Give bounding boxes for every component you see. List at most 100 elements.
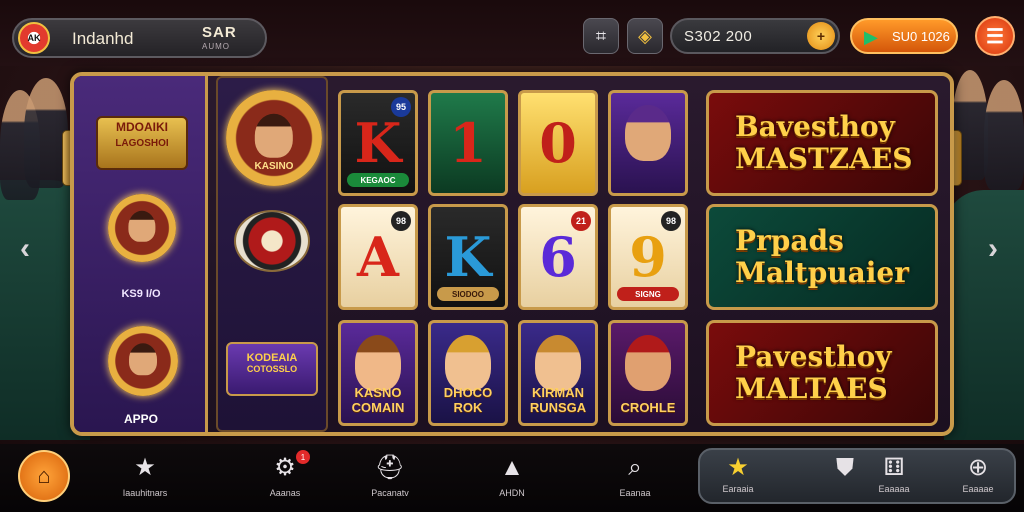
- banner-masters-2[interactable]: Pavesthoy MALTAES: [706, 320, 938, 426]
- tile-glyph: 6: [539, 225, 577, 289]
- player-sub: AUMO: [202, 42, 230, 51]
- tile-tag: SIGNG: [617, 287, 679, 301]
- player-profile[interactable]: AK Indanhd SAR AUMO: [12, 18, 267, 58]
- tile-tag: SIODOO: [437, 287, 499, 301]
- tile-dhoco[interactable]: DHOCO ROK: [428, 320, 508, 426]
- prev-arrow-icon[interactable]: ‹: [20, 232, 30, 266]
- gem-balance[interactable]: ▶ SU0 1026: [850, 18, 958, 54]
- jester-emblem[interactable]: [108, 194, 176, 262]
- side-games-column: KASINO KODEAIA COTOSSLO: [216, 76, 328, 432]
- gift-button[interactable]: ◈: [627, 18, 663, 54]
- bottom-label: APPO: [123, 412, 158, 426]
- nav-item-search[interactable]: ⌕ Eaanaa: [590, 452, 680, 508]
- notification-badge: 1: [296, 450, 310, 464]
- menu-button[interactable]: ☰: [975, 16, 1015, 56]
- gear-icon: ⚙: [274, 454, 296, 481]
- character-face: [355, 335, 401, 391]
- tile-glyph: A: [357, 225, 399, 289]
- mid-emblem-caption: KS9 I/O: [121, 288, 161, 300]
- nav-item-settings[interactable]: ⚙ Aaanas 1: [240, 450, 330, 508]
- banner-line2: Maltpuaier: [735, 256, 909, 289]
- kodeaia-title: KODEAIA: [246, 352, 298, 364]
- tile-crohle[interactable]: CROHLE: [608, 320, 688, 426]
- tile-a[interactable]: A 98: [338, 204, 418, 310]
- featured-panel: MDOAIKI LAGOSHOI KS9 I/O APPO: [74, 76, 208, 432]
- search-icon: ⌕: [628, 454, 642, 481]
- top-emblem[interactable]: MDOAIKI LAGOSHOI: [96, 116, 188, 170]
- top-emblem-title: MDOAIKI: [116, 120, 168, 134]
- quick-label: Eaaaae: [962, 484, 994, 494]
- tile-k-2[interactable]: K SIODOO: [428, 204, 508, 310]
- game-board: MDOAIKI LAGOSHOI KS9 I/O APPO KASINO KOD…: [70, 72, 954, 436]
- top-emblem-sub: LAGOSHOI: [115, 138, 169, 149]
- grid-button[interactable]: ⌗: [583, 18, 619, 54]
- tile-tag: KEGAOC: [347, 173, 409, 187]
- tile-label: CROHLE: [620, 400, 676, 415]
- kodeaia-card[interactable]: KODEAIA COTOSSLO: [226, 342, 318, 396]
- tile-k-1[interactable]: K 95 KEGAOC: [338, 90, 418, 196]
- dice-icon: ⚅: [883, 454, 905, 481]
- hamburger-icon: ☰: [986, 25, 1004, 48]
- play-icon: ▶: [864, 27, 878, 47]
- quick-item-star[interactable]: ★ Earaaia: [700, 452, 776, 508]
- character-face: [625, 335, 671, 391]
- tile-label: KASNO COMAIN: [351, 385, 405, 415]
- helmet-icon: ⛑: [374, 454, 406, 481]
- nav-label: Eaanaa: [619, 488, 651, 498]
- tile-glyph: 9: [629, 225, 667, 289]
- quick-actions-panel: ★ Earaaia ⛊ ⚅ Eaaaaa ⊕ Eaaaae: [698, 448, 1016, 504]
- kasino-badge[interactable]: KASINO: [226, 90, 322, 186]
- nav-label: Iaauhitnars: [122, 488, 168, 498]
- banner-line1: Prpads: [735, 224, 844, 257]
- quick-label: Earaaia: [722, 484, 754, 494]
- tile-kirman[interactable]: KIRMAN RUNSGA: [518, 320, 598, 426]
- nav-item-ahdn[interactable]: ▲ AHDN: [467, 452, 557, 508]
- tile-1[interactable]: 1: [428, 90, 508, 196]
- home-icon: ⌂: [37, 463, 51, 488]
- coin-value: S302 200: [684, 28, 753, 45]
- grid-icon: ⌗: [595, 25, 607, 46]
- star-icon: ★: [134, 454, 156, 481]
- compass-icon: ⊕: [967, 454, 989, 481]
- tile-badge: 98: [391, 211, 411, 231]
- background-person-right-2: [984, 80, 1024, 190]
- nav-label: Pacanatv: [371, 488, 409, 498]
- top-bar: AK Indanhd SAR AUMO ⌗ ◈ S302 200 + ▶ SU0…: [0, 0, 1024, 66]
- roulette-wheel[interactable]: [234, 210, 310, 272]
- nav-label: AHDN: [499, 488, 525, 498]
- tile-glyph: K: [354, 111, 402, 175]
- player-avatar[interactable]: AK: [18, 22, 50, 54]
- banner-multiplier[interactable]: Prpads Maltpuaier: [706, 204, 938, 310]
- banner-line2: MALTAES: [735, 372, 888, 405]
- nav-item-events[interactable]: ⛑ Pacanatv: [345, 452, 435, 508]
- quick-item-dice[interactable]: ⚅ Eaaaaa: [856, 452, 932, 508]
- tile-glyph: 0: [539, 111, 577, 175]
- tile-badge: 95: [391, 97, 411, 117]
- character-face: [535, 335, 581, 391]
- tile-0[interactable]: 0: [518, 90, 598, 196]
- tile-character-1[interactable]: [608, 90, 688, 196]
- kasino-badge-title: KASINO: [254, 161, 294, 172]
- king-emblem[interactable]: [108, 326, 178, 396]
- star-icon: ★: [727, 454, 749, 481]
- kodeaia-sub: COTOSSLO: [246, 364, 298, 374]
- tile-6[interactable]: 6 21: [518, 204, 598, 310]
- plus-icon[interactable]: +: [807, 22, 835, 50]
- banner-line2: MASTZAES: [735, 142, 913, 175]
- nav-item-favorites[interactable]: ★ Iaauhitnars: [100, 452, 190, 508]
- table-felt-right: [944, 190, 1024, 440]
- next-arrow-icon[interactable]: ›: [988, 232, 998, 266]
- king-face: [129, 343, 157, 376]
- tile-glyph: 1: [449, 111, 487, 175]
- gem-value: SU0 1026: [892, 29, 950, 44]
- coin-balance[interactable]: S302 200 +: [670, 18, 840, 54]
- tile-9[interactable]: 9 98 SIGNG: [608, 204, 688, 310]
- quick-item-compass[interactable]: ⊕ Eaaaae: [940, 452, 1016, 508]
- triangle-icon: ▲: [500, 454, 524, 481]
- kasino-face: [254, 113, 294, 158]
- banner-masters-1[interactable]: Bavesthoy MASTZAES: [706, 90, 938, 196]
- tile-kasno[interactable]: KASNO COMAIN: [338, 320, 418, 426]
- tile-label: DHOCO ROK: [443, 385, 493, 415]
- character-face: [445, 335, 491, 391]
- home-button[interactable]: ⌂: [18, 450, 70, 502]
